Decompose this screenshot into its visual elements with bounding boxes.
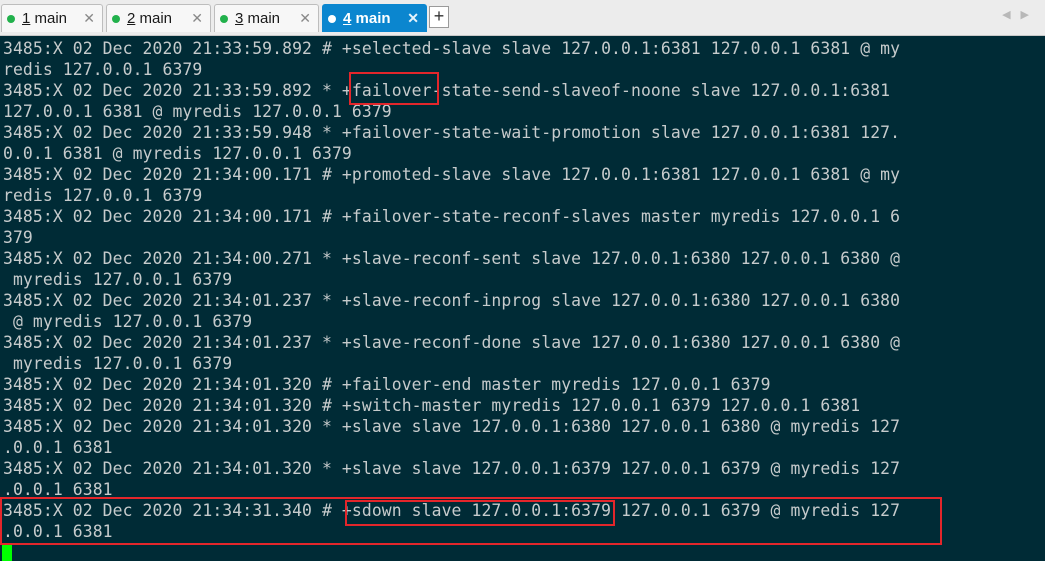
terminal-line: 3485:X 02 Dec 2020 21:34:00.271 * +slave… (3, 249, 901, 268)
terminal-line: .0.0.1 6381 (3, 480, 113, 499)
terminal-line: 3485:X 02 Dec 2020 21:34:01.237 * +slave… (3, 333, 901, 352)
terminal-line: 3485:X 02 Dec 2020 21:33:59.948 * +failo… (3, 123, 901, 142)
terminal-line: 3485:X 02 Dec 2020 21:33:59.892 # +selec… (3, 39, 901, 58)
terminal-line: myredis 127.0.0.1 6379 (3, 270, 233, 289)
tab-label: 2 main (127, 10, 173, 27)
tab-1-main[interactable]: 1 main ✕ (1, 4, 103, 32)
status-dot-icon (112, 14, 120, 23)
terminal-line: 3485:X 02 Dec 2020 21:34:01.320 # +failo… (3, 375, 771, 394)
terminal-line: 3485:X 02 Dec 2020 21:34:00.171 # +promo… (3, 165, 901, 184)
terminal-line: 3485:X 02 Dec 2020 21:33:59.892 * +failo… (3, 81, 891, 100)
new-tab-button[interactable]: + (429, 6, 449, 28)
tab-label: 4 main (343, 10, 391, 27)
terminal-line: @ myredis 127.0.0.1 6379 (3, 312, 253, 331)
terminal-line: 379 (3, 228, 33, 247)
terminal-line: 3485:X 02 Dec 2020 21:34:01.320 # +switc… (3, 396, 861, 415)
close-icon[interactable]: ✕ (299, 10, 311, 26)
status-dot-icon (328, 14, 336, 23)
close-icon[interactable]: ✕ (407, 10, 419, 26)
terminal-line: redis 127.0.0.1 6379 (3, 60, 203, 79)
tab-bar: 1 main ✕ 2 main ✕ 3 main ✕ 4 main ✕ + ◀▶ (0, 0, 1045, 36)
status-dot-icon (220, 14, 228, 23)
terminal-line: 0.0.1 6381 @ myredis 127.0.0.1 6379 (3, 144, 352, 163)
terminal-line: .0.0.1 6381 (3, 438, 113, 457)
terminal-line: myredis 127.0.0.1 6379 (3, 354, 233, 373)
terminal-line: 3485:X 02 Dec 2020 21:34:31.340 # +sdown… (3, 501, 901, 520)
tab-2-main[interactable]: 2 main ✕ (106, 4, 211, 32)
terminal-line: redis 127.0.0.1 6379 (3, 186, 203, 205)
terminal-line: .0.0.1 6381 (3, 522, 113, 541)
tab-label: 3 main (235, 10, 281, 27)
status-dot-icon (7, 14, 15, 23)
tab-scroll-arrows-icon[interactable]: ◀▶ (1002, 8, 1039, 21)
tab-label: 1 main (22, 10, 68, 27)
terminal-cursor (2, 545, 12, 561)
terminal-line: 3485:X 02 Dec 2020 21:34:01.320 * +slave… (3, 459, 901, 478)
tab-3-main[interactable]: 3 main ✕ (214, 4, 319, 32)
terminal-line: 127.0.0.1 6381 @ myredis 127.0.0.1 6379 (3, 102, 392, 121)
terminal-line: 3485:X 02 Dec 2020 21:34:01.237 * +slave… (3, 291, 901, 310)
close-icon[interactable]: ✕ (83, 10, 95, 26)
terminal-lines: 3485:X 02 Dec 2020 21:33:59.892 # +selec… (3, 38, 900, 542)
terminal-line: 3485:X 02 Dec 2020 21:34:01.320 * +slave… (3, 417, 901, 436)
terminal-line: 3485:X 02 Dec 2020 21:34:00.171 # +failo… (3, 207, 901, 226)
close-icon[interactable]: ✕ (191, 10, 203, 26)
terminal-output[interactable]: 3485:X 02 Dec 2020 21:33:59.892 # +selec… (0, 36, 1045, 561)
tab-4-main[interactable]: 4 main ✕ (322, 4, 427, 32)
